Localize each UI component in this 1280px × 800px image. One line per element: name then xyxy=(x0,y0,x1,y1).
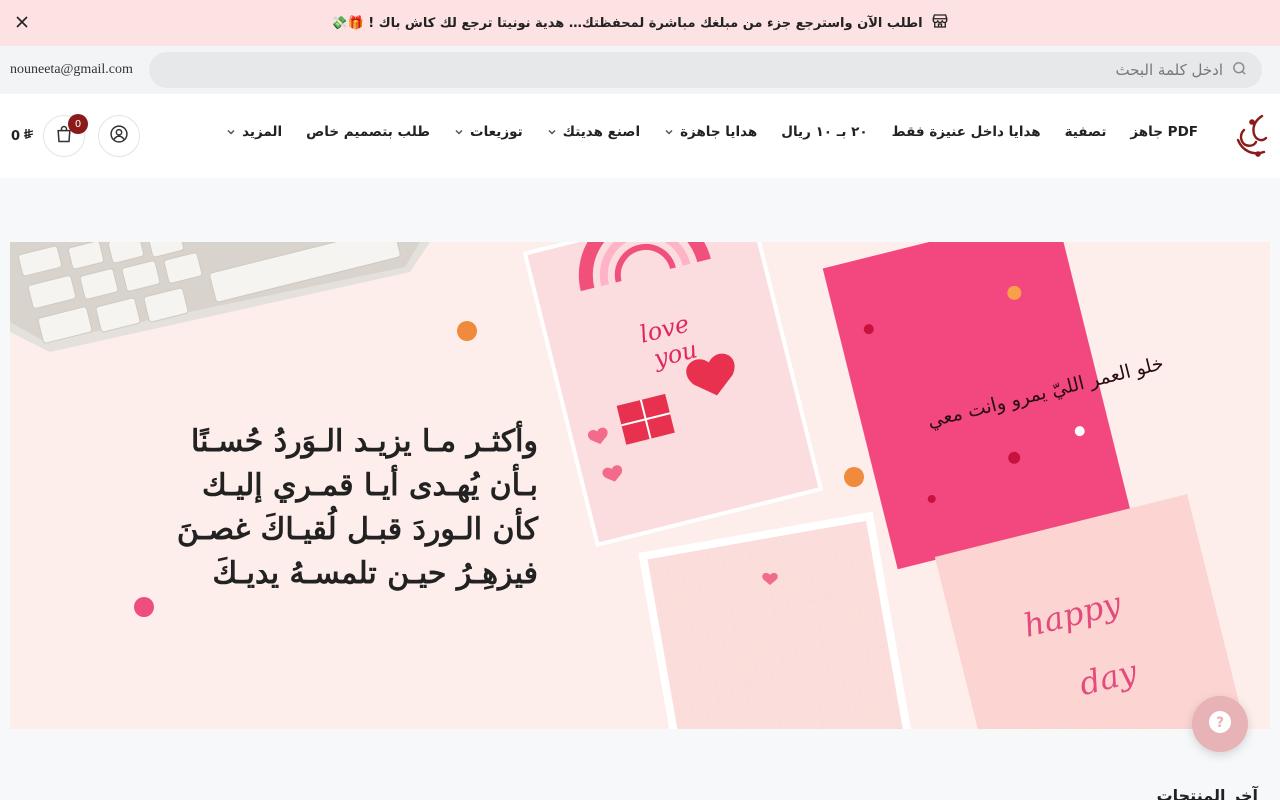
poem-line: بـأن يُهـدى أيـا قمـري إليـك xyxy=(201,468,538,503)
chevron-down-icon xyxy=(454,127,464,137)
poem-line: فيزهِـرُ حيـن تلمسـهُ يديـكَ xyxy=(212,556,538,591)
search-box[interactable] xyxy=(149,52,1262,88)
question-icon: ? xyxy=(1208,710,1232,738)
help-button[interactable]: ? xyxy=(1192,696,1248,752)
banner-poem: وأكثـر مـا يزيـد الـوَردُ حُسـنًا بـأن ي… xyxy=(138,420,538,596)
announcement-text: اطلب الآن واسترجع جزء من مبلغك مباشرة لم… xyxy=(331,15,923,31)
store-icon xyxy=(931,12,949,34)
chevron-down-icon xyxy=(226,127,236,137)
nav-item-pdf[interactable]: PDF جاهز xyxy=(1106,124,1198,140)
nav-item-custom-design[interactable]: طلب بتصميم خاص xyxy=(282,124,430,140)
brand-logo[interactable] xyxy=(1232,110,1272,162)
nav-item-ready-gifts[interactable]: هدايا جاهزة xyxy=(640,124,757,140)
hero-banner[interactable]: love you خلو العمر الليّ يمرو وانت معي h… xyxy=(10,242,1270,729)
close-icon[interactable] xyxy=(12,12,32,32)
main-nav: PDF جاهز تصفية هدايا داخل عنيزة فقط ٢٠ ب… xyxy=(202,124,1198,140)
riyal-icon xyxy=(23,128,34,144)
contact-email[interactable]: nouneeta@gmail.com xyxy=(10,62,133,78)
search-input[interactable] xyxy=(623,61,1223,79)
poem-line: كأن الـوردَ قبـل لُقيـاكَ غصـنَ xyxy=(176,512,538,547)
section-title: آخر المنتجات xyxy=(1156,786,1258,800)
cart-total-value: 0 xyxy=(11,128,21,144)
nav-item-make-gift[interactable]: اصنع هديتك xyxy=(523,124,640,140)
svg-text:?: ? xyxy=(1216,715,1224,731)
search-icon[interactable] xyxy=(1231,60,1248,81)
nav-item-favors[interactable]: توزيعات xyxy=(430,124,523,140)
user-icon xyxy=(109,124,129,148)
nav-item-20-for-10[interactable]: ٢٠ بـ ١٠ ريال xyxy=(757,124,867,140)
main-header: PDF جاهز تصفية هدايا داخل عنيزة فقط ٢٠ ب… xyxy=(0,94,1280,178)
nav-item-unaizah-gifts[interactable]: هدايا داخل عنيزة فقط xyxy=(868,124,1041,140)
nav-item-more[interactable]: المزيد xyxy=(202,124,282,140)
announcement: اطلب الآن واسترجع جزء من مبلغك مباشرة لم… xyxy=(331,12,948,34)
poem-line: وأكثـر مـا يزيـد الـوَردُ حُسـنًا xyxy=(191,424,538,459)
cart-count-badge: 0 xyxy=(68,114,88,134)
top-bar: nouneeta@gmail.com xyxy=(0,46,1280,94)
cart-total: 0 xyxy=(11,128,34,144)
nav-item-sale[interactable]: تصفية xyxy=(1041,124,1107,140)
chevron-down-icon xyxy=(664,127,674,137)
announcement-bar: اطلب الآن واسترجع جزء من مبلغك مباشرة لم… xyxy=(0,0,1280,46)
account-button[interactable] xyxy=(98,115,140,157)
chevron-down-icon xyxy=(547,127,557,137)
